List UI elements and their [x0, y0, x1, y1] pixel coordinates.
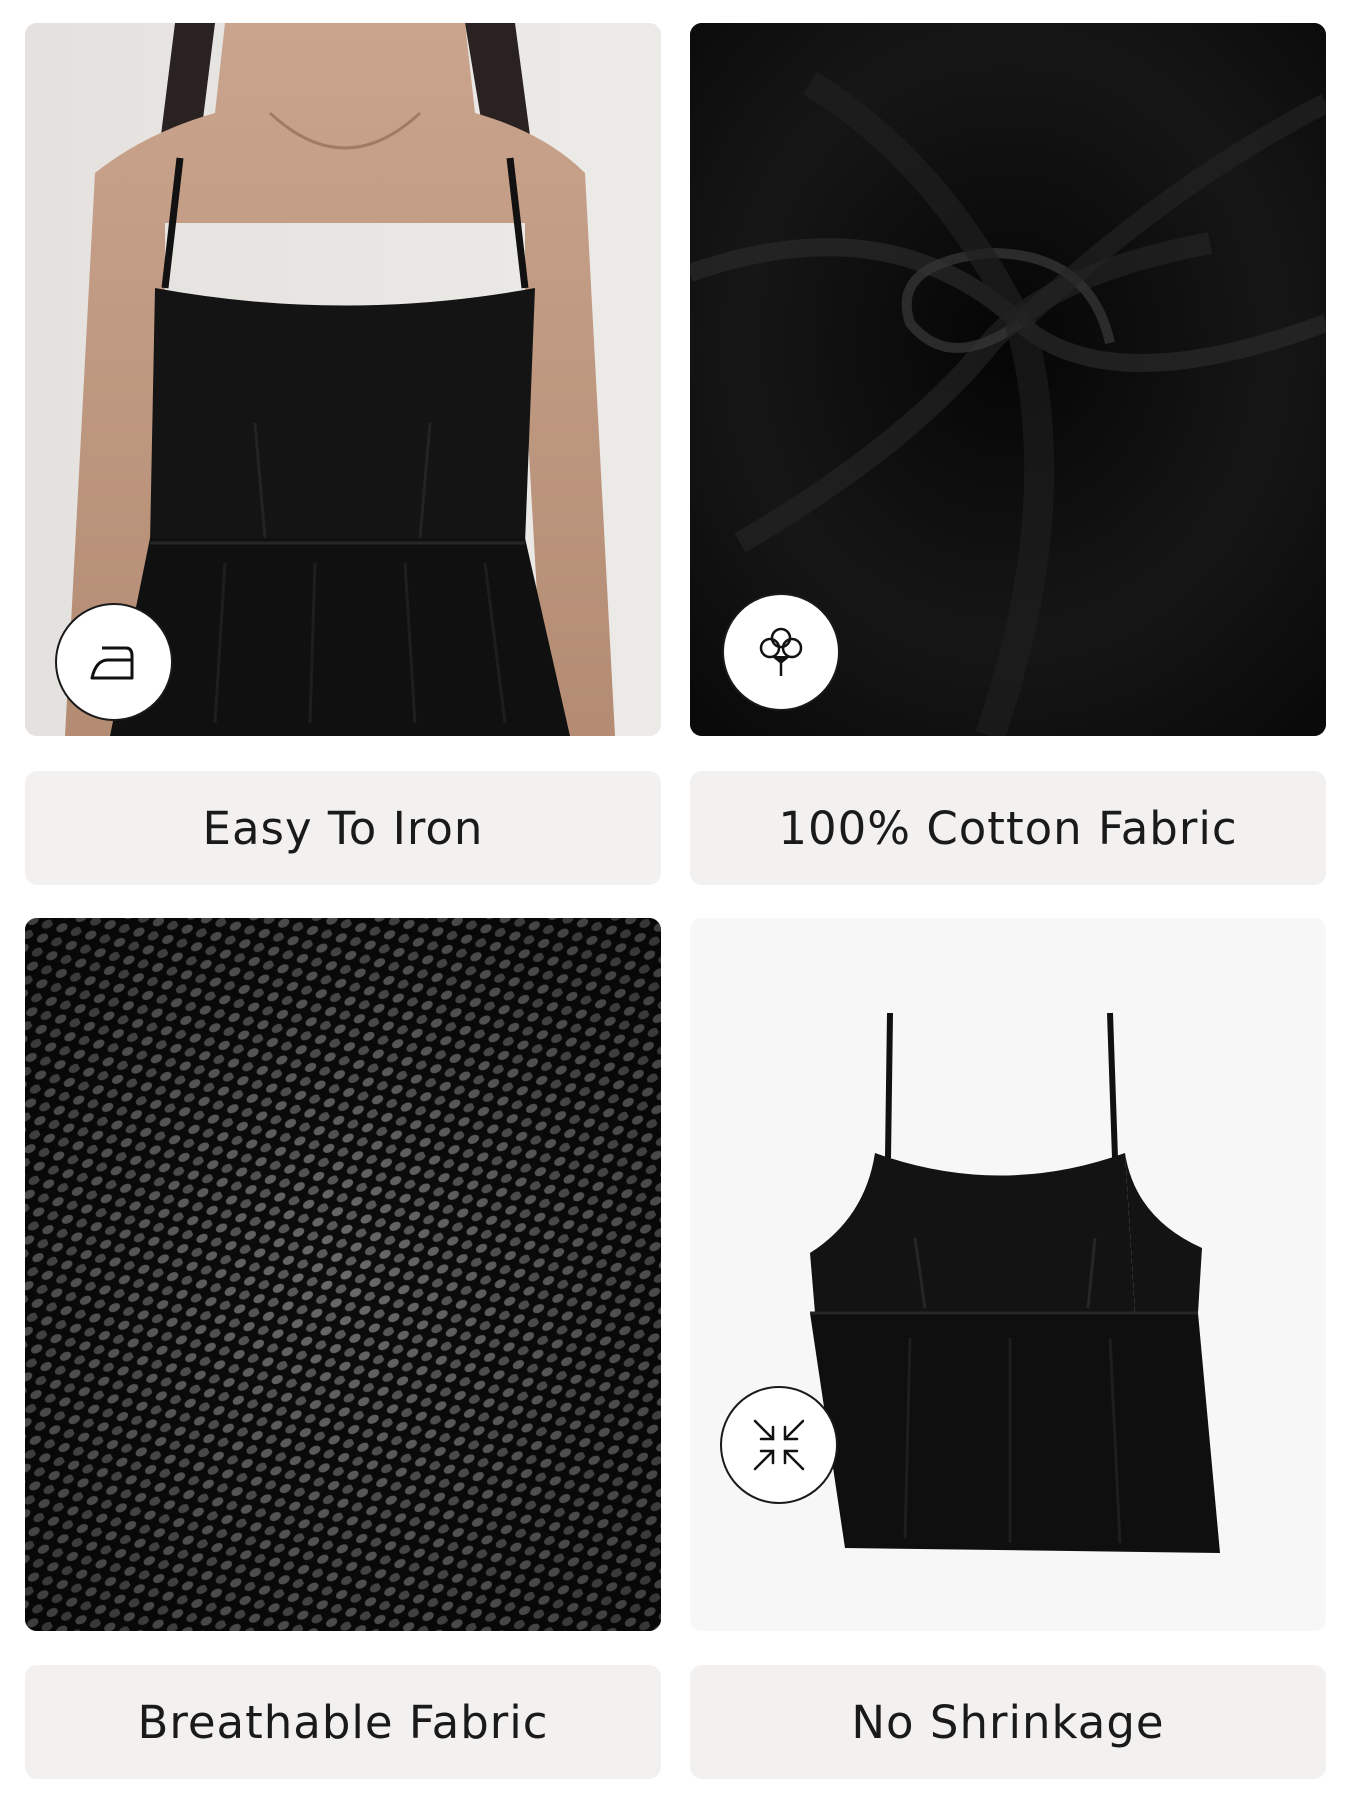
iron-icon-badge [55, 603, 173, 721]
flat-lay-photo [690, 918, 1326, 1631]
flat-lay-photo-card [690, 918, 1326, 1631]
iron-icon [90, 646, 134, 680]
feature-label-no-shrinkage: No Shrinkage [690, 1665, 1326, 1779]
feature-label-cotton-fabric: 100% Cotton Fabric [690, 771, 1326, 885]
cotton-icon-badge [722, 593, 840, 711]
cotton-flower-icon [759, 627, 803, 676]
cotton-fabric-photo-card [690, 23, 1326, 736]
breathable-fabric-photo-card [25, 918, 661, 1631]
shrink-icon-badge [720, 1386, 838, 1504]
feature-label-easy-to-iron: Easy To Iron [25, 771, 661, 885]
model-photo-card [25, 23, 661, 736]
knit-texture-photo [25, 918, 661, 1631]
shrink-arrows-icon [753, 1419, 805, 1471]
feature-label-breathable-fabric: Breathable Fabric [25, 1665, 661, 1779]
